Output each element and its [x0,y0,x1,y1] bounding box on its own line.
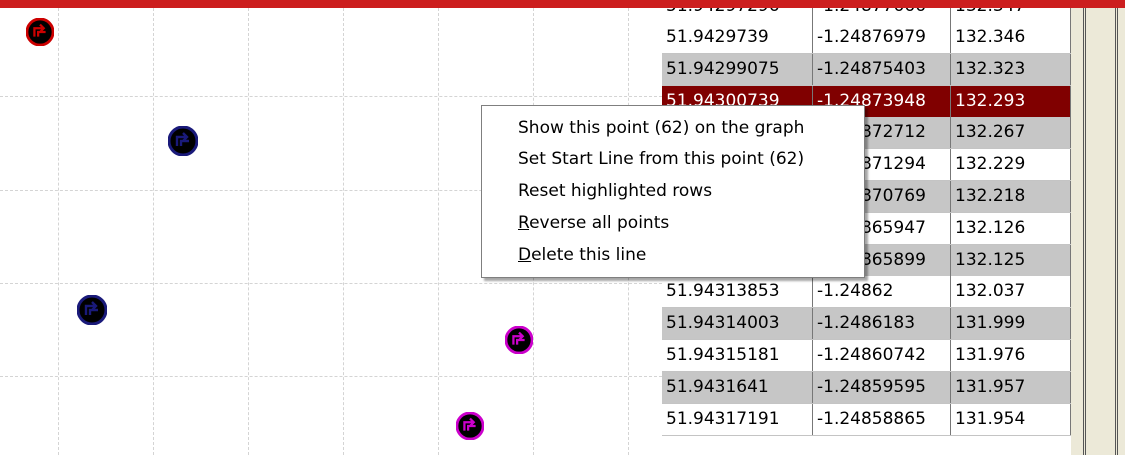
arrow-marker-icon [168,126,198,156]
grid-line [438,8,439,455]
table-cell: 132.229 [951,149,1071,181]
arrow-marker-icon [456,412,484,440]
menu-item-delete-line[interactable]: Delete this line [518,245,646,265]
table-scrollbar-area[interactable] [1071,8,1125,455]
table-cell: 131.999 [951,308,1071,340]
grid-line [153,8,154,455]
table-row[interactable]: 51.9431641 -1.24859595 131.957 [662,371,1071,404]
arrow-marker-icon [26,18,54,46]
arrow-marker-icon [505,326,533,354]
grid-line [248,8,249,455]
menu-item-reverse-points[interactable]: Reverse all points [518,213,669,233]
menu-item-show-point[interactable]: Show this point (62) on the graph [518,118,804,138]
table-cell: 132.347 [951,8,1071,22]
grid-line [343,8,344,455]
table-row[interactable]: 51.94313853 -1.24862 132.037 [662,276,1071,309]
divider [1085,8,1086,455]
graph-point-marker[interactable] [77,295,107,325]
menu-item-reset-highlighted[interactable]: Reset highlighted rows [518,181,712,201]
table-cell: 132.293 [951,85,1071,117]
grid-line [0,283,662,284]
graph-point-marker[interactable] [456,412,484,440]
table-cell: 51.94315181 [662,340,813,371]
graph-point-marker[interactable] [26,18,54,46]
table-cell: -1.24860742 [813,340,951,371]
graph-point-marker[interactable] [168,126,198,156]
table-cell: 51.94297296 [662,8,813,22]
table-cell: 51.94299075 [662,53,813,85]
table-cell: -1.24858865 [813,403,951,435]
table-cell: -1.24859595 [813,371,951,403]
menu-accelerator: R [518,213,530,233]
table-cell: 51.94313853 [662,276,813,308]
grid-line [0,376,662,377]
top-red-bar [0,0,1125,8]
menu-item-set-start-line[interactable]: Set Start Line from this point (62) [518,149,804,169]
table-cell: 131.954 [951,403,1071,435]
table-cell: 132.323 [951,53,1071,85]
table-cell: 51.94314003 [662,308,813,340]
table-cell: -1.2486183 [813,308,951,340]
table-cell: 132.126 [951,212,1071,244]
table-cell: 51.9429739 [662,22,813,53]
table-row[interactable]: 51.94297296 -1.24877666 132.347 [662,8,1071,23]
menu-accelerator: D [518,245,532,265]
table-cell: -1.24877666 [813,8,951,22]
table-cell: -1.24862 [813,276,951,308]
table-cell: 132.218 [951,181,1071,212]
table-cell: 51.9431641 [662,371,813,403]
table-row[interactable]: 51.94314003 -1.2486183 131.999 [662,308,1071,341]
table-row[interactable]: 51.94299075 -1.24875403 132.323 [662,53,1071,86]
table-cell: 131.976 [951,340,1071,371]
arrow-marker-icon [77,295,107,325]
table-row[interactable]: 51.94315181 -1.24860742 131.976 [662,340,1071,372]
table-cell: 132.267 [951,117,1071,149]
table-cell: -1.24876979 [813,22,951,53]
menu-item-label: elete this line [531,245,647,265]
table-cell: -1.24875403 [813,53,951,85]
table-cell: 132.125 [951,244,1071,276]
table-cell: 131.957 [951,371,1071,403]
table-cell: 51.94317191 [662,403,813,435]
table-cell: 132.037 [951,276,1071,308]
grid-line [0,96,662,97]
menu-item-label: everse all points [529,213,670,233]
divider [1115,8,1116,455]
divider [1117,8,1118,455]
context-menu[interactable]: Show this point (62) on the graph Set St… [481,105,865,278]
grid-line [58,8,59,455]
table-row[interactable]: 51.9429739 -1.24876979 132.346 [662,22,1071,54]
graph-point-marker[interactable] [505,326,533,354]
table-cell: 132.346 [951,22,1071,53]
table-row[interactable]: 51.94317191 -1.24858865 131.954 [662,403,1071,436]
divider [1083,8,1084,455]
